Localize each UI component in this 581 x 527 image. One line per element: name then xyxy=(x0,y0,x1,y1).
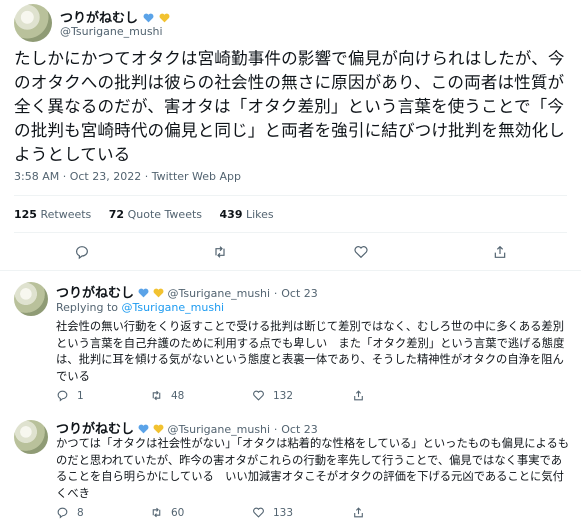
retweet-icon xyxy=(152,507,161,518)
reply-icon[interactable] xyxy=(74,244,90,260)
avatar[interactable] xyxy=(14,420,48,454)
reply-date[interactable]: Oct 23 xyxy=(281,287,318,300)
replying-to: Replying to @Tsurigane_mushi xyxy=(56,301,224,314)
author-handle[interactable]: @Tsurigane_mushi xyxy=(168,423,271,436)
yellow-heart-icon xyxy=(153,288,164,298)
author-handle[interactable]: @Tsurigane_mushi xyxy=(60,25,163,38)
retweet-icon[interactable] xyxy=(212,244,228,260)
reply-tweet[interactable]: つりがねむし @Tsurigane_mushi · Oct 23 かつては「オタ… xyxy=(0,410,581,527)
tweet-stats: 125 Retweets 72 Quote Tweets 439 Likes xyxy=(14,208,274,221)
quote-tweets-count: 72 xyxy=(108,208,125,221)
avatar[interactable] xyxy=(14,282,48,316)
reply-icon xyxy=(57,390,68,402)
retweet-count: 60 xyxy=(171,506,185,519)
yellow-heart-icon xyxy=(153,424,164,434)
like-button[interactable]: 133 xyxy=(252,506,293,519)
reply-header: つりがねむし @Tsurigane_mushi · Oct 23 xyxy=(56,418,318,437)
reply-button[interactable]: 8 xyxy=(56,506,84,519)
replying-to-handle[interactable]: @Tsurigane_mushi xyxy=(122,301,225,314)
like-count: 132 xyxy=(273,389,294,402)
reply-text: かつては「オタクは社会性がない」「オタクは粘着的な性格をしている」といったものも… xyxy=(56,437,570,500)
reply-count: 1 xyxy=(77,389,84,402)
retweet-count: 48 xyxy=(171,389,185,402)
retweets-label: Retweets xyxy=(40,208,92,221)
retweets-stat[interactable]: 125 Retweets xyxy=(14,208,91,221)
like-button[interactable]: 132 xyxy=(252,389,293,402)
reply-date[interactable]: Oct 23 xyxy=(281,423,318,436)
retweets-count: 125 xyxy=(14,208,37,221)
yellow-heart-icon xyxy=(159,13,170,23)
author-name: つりがねむし xyxy=(60,11,139,26)
tweet-actions xyxy=(0,244,581,264)
share-icon xyxy=(354,507,363,518)
tweet-author[interactable]: つりがねむし xyxy=(60,7,170,26)
likes-stat[interactable]: 439 Likes xyxy=(220,208,274,221)
share-button[interactable] xyxy=(352,389,365,402)
like-icon xyxy=(253,507,264,518)
like-count: 133 xyxy=(273,506,294,519)
replying-to-label: Replying to xyxy=(56,301,119,314)
reply-header: つりがねむし @Tsurigane_mushi · Oct 23 xyxy=(56,282,318,301)
blue-heart-icon xyxy=(138,288,149,298)
tweet-text: たしかにかつてオタクは宮崎勤事件の影響で偏見が向けられはしたが、今のオタクへの批… xyxy=(14,49,565,164)
reply-button[interactable]: 1 xyxy=(56,389,84,402)
author-name[interactable]: つりがねむし xyxy=(56,286,134,301)
like-icon xyxy=(253,390,264,401)
quote-tweets-stat[interactable]: 72 Quote Tweets xyxy=(109,208,202,221)
share-icon xyxy=(354,390,363,401)
avatar[interactable] xyxy=(14,4,52,42)
blue-heart-icon xyxy=(138,424,149,434)
share-button[interactable] xyxy=(352,506,365,519)
reply-tweet[interactable]: つりがねむし @Tsurigane_mushi · Oct 23 Replyin… xyxy=(0,272,581,410)
likes-count: 439 xyxy=(219,208,243,221)
retweet-icon xyxy=(152,390,161,401)
retweet-button[interactable]: 48 xyxy=(150,389,184,402)
divider xyxy=(14,232,567,233)
quote-tweets-label: Quote Tweets xyxy=(127,208,203,221)
author-name[interactable]: つりがねむし xyxy=(56,422,134,437)
reply-text: 社会性の無い行動をくり返すことで受ける批判は断じて差別ではなく、むしろ世の中に多… xyxy=(56,320,565,383)
separator-dot: · xyxy=(273,423,278,436)
like-icon[interactable] xyxy=(353,244,369,260)
separator-dot: · xyxy=(273,287,278,300)
share-icon[interactable] xyxy=(492,244,508,260)
likes-label: Likes xyxy=(245,208,274,221)
blue-heart-icon xyxy=(143,13,154,23)
reply-count: 8 xyxy=(77,506,84,519)
divider xyxy=(14,195,567,196)
author-handle[interactable]: @Tsurigane_mushi xyxy=(168,287,271,300)
reply-icon xyxy=(57,507,68,519)
retweet-button[interactable]: 60 xyxy=(150,506,184,519)
divider xyxy=(0,270,581,271)
tweet-timestamp[interactable]: 3:58 AM · Oct 23, 2022 · Twitter Web App xyxy=(14,170,241,183)
